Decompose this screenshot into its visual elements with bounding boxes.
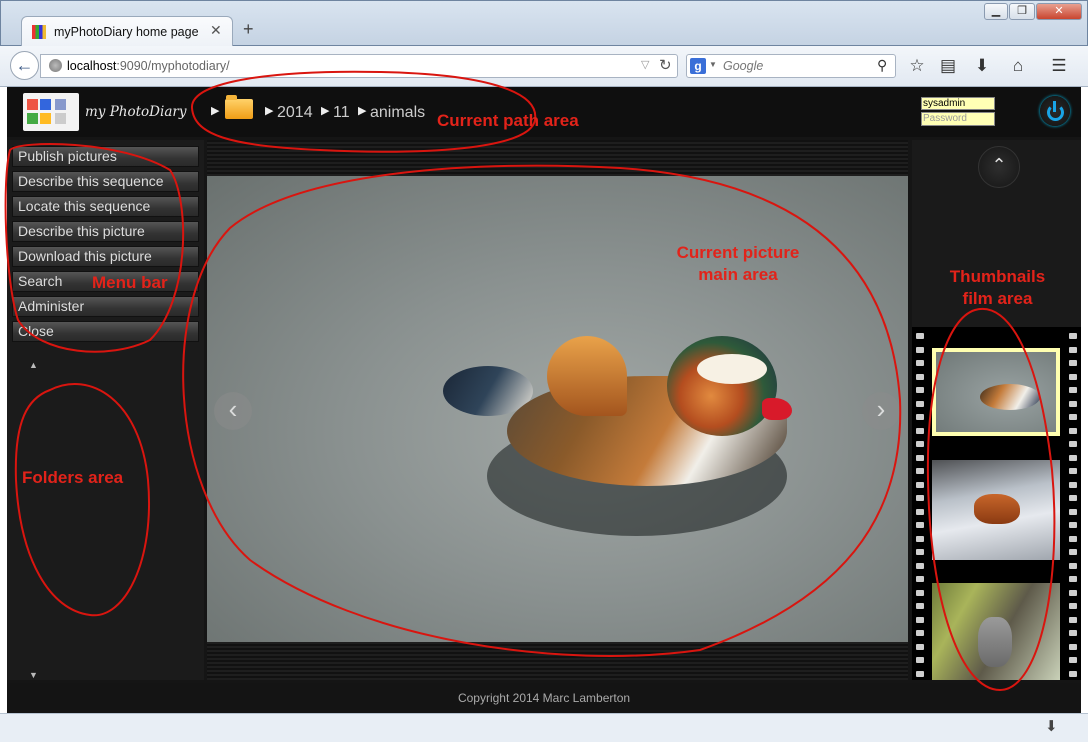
annotation-picture-label: Current picture main area bbox=[648, 242, 828, 286]
annotation-path-label: Current path area bbox=[437, 111, 579, 130]
annotation-menu-ellipse bbox=[4, 143, 185, 353]
annotation-thumbs-label: Thumbnails film area bbox=[925, 266, 1070, 310]
annotation-folders-label: Folders area bbox=[22, 468, 124, 487]
annotation-picture-line2: main area bbox=[698, 265, 778, 284]
annotation-menu-label: Menu bar bbox=[92, 273, 168, 292]
annotation-thumbs-ellipse bbox=[926, 307, 1056, 692]
annotation-thumbs-line1: Thumbnails bbox=[949, 267, 1046, 286]
annotation-folders-ellipse bbox=[14, 383, 150, 617]
annotation-picture-ellipse bbox=[182, 164, 902, 657]
annotation-picture-line1: Current picture bbox=[676, 243, 800, 262]
annotation-thumbs-line2: film area bbox=[962, 289, 1033, 308]
